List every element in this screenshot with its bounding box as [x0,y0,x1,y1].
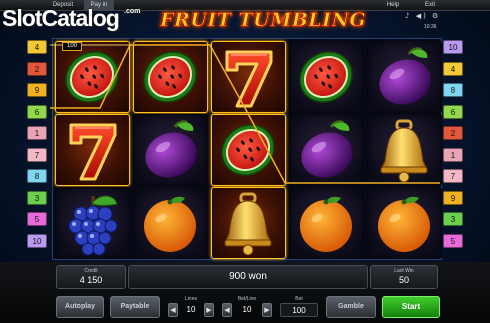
left-line-marker-2[interactable]: 2 [27,61,47,76]
watermelon-icon [65,51,119,103]
left-line-marker-6[interactable]: 6 [27,104,47,119]
reel-cell-watermelon [133,41,208,113]
watermelon-icon [299,51,353,103]
reel-cell-grapes [55,187,130,259]
slotcatalog-watermark: SlotCatalog .com [2,5,140,32]
right-line-marker-9[interactable]: 9 [443,190,463,205]
left-line-marker-5[interactable]: 5 [27,212,47,226]
reel-cell-watermelon [289,41,364,113]
watermelon-icon [221,124,275,176]
reel-cell-seven [55,114,130,186]
lines-decrease-button[interactable]: ◀ [168,303,178,317]
right-line-marker-1[interactable]: 1 [443,147,463,162]
right-line-marker-2[interactable]: 2 [443,126,463,140]
orange-icon [144,196,196,252]
left-line-marker-7[interactable]: 7 [27,147,47,162]
right-line-marker-8[interactable]: 8 [443,83,463,97]
clock: 10:36 [424,24,437,30]
orange-icon [300,196,352,252]
lines-stepper: Lines ◀ 10 ▶ [168,296,214,318]
gamble-button[interactable]: Gamble [326,296,376,318]
reel-cell-plum [367,41,442,113]
seven-icon [225,50,273,108]
last-win-value: 50 [398,275,409,285]
watermelon-icon [143,51,197,103]
left-line-marker-8[interactable]: 8 [27,169,47,183]
game-title-logo: FRUIT TUMBLING [160,9,367,32]
reel-cell-bell [211,187,286,259]
bell-icon [380,119,428,183]
autoplay-button[interactable]: Autoplay [56,296,104,318]
grapes-icon [68,195,118,256]
bet-per-line-stepper: Bet/Line ◀ 10 ▶ [222,296,272,318]
right-line-marker-6[interactable]: 6 [443,104,463,119]
win-amount-badge: 100 [62,42,82,51]
left-line-marker-10[interactable]: 10 [27,233,47,248]
reel-cell-watermelon [55,41,130,113]
bet-per-line-increase-button[interactable]: ▶ [262,303,272,317]
bell-icon [224,192,272,256]
reel-cell-orange [289,187,364,259]
left-line-marker-4[interactable]: 4 [27,40,47,54]
watermark-suffix: .com [124,8,141,15]
right-line-marker-10[interactable]: 10 [443,40,463,54]
reel-cell-watermelon [211,114,286,186]
watermark-text-a: Slot [2,5,42,31]
reel-cell-plum [289,114,364,186]
help-button[interactable]: Help [380,0,406,11]
right-line-marker-3[interactable]: 3 [443,212,463,226]
seven-icon [69,123,117,181]
lines-value: 10 [186,305,196,314]
left-line-marker-1[interactable]: 1 [27,126,47,140]
plum-icon [301,120,353,178]
bet-per-line-decrease-button[interactable]: ◀ [222,303,232,317]
reel-area [52,38,442,260]
reel-cell-seven [211,41,286,113]
right-line-marker-4[interactable]: 4 [443,61,463,76]
reel-cell-orange [367,187,442,259]
win-message: 900 won [128,265,368,289]
credit-display: Credit 4 150 [56,265,126,289]
lines-label: Lines [185,296,197,302]
bet-per-line-label: Bet/Line [237,296,257,302]
watermark-text-b: Catalog [41,5,119,31]
credit-label: Credit [84,268,98,274]
total-bet-label: Bet [295,296,303,302]
reel-cell-plum [133,114,208,186]
left-line-marker-3[interactable]: 3 [27,190,47,205]
right-line-marker-5[interactable]: 5 [443,233,463,248]
plum-icon [145,120,197,178]
reel-cell-bell [367,114,442,186]
last-win-label: Last Win [394,268,414,274]
plum-icon [379,47,431,105]
lines-increase-button[interactable]: ▶ [204,303,214,317]
start-spin-button[interactable]: Start [382,296,440,318]
reel-cell-orange [133,187,208,259]
last-win-display: Last Win 50 [370,265,438,289]
total-bet-value: 100 [280,303,318,317]
credit-value: 4 150 [79,275,103,285]
orange-icon [378,196,430,252]
system-icons[interactable]: ♪ ◀) ⚙ [405,12,440,20]
paytable-button[interactable]: Paytable [110,296,160,318]
left-line-marker-9[interactable]: 9 [27,83,47,97]
right-line-marker-7[interactable]: 7 [443,169,463,183]
bet-per-line-value: 10 [242,305,252,314]
exit-button[interactable]: Exit [418,0,442,11]
total-bet-display: Bet 100 [278,296,320,318]
